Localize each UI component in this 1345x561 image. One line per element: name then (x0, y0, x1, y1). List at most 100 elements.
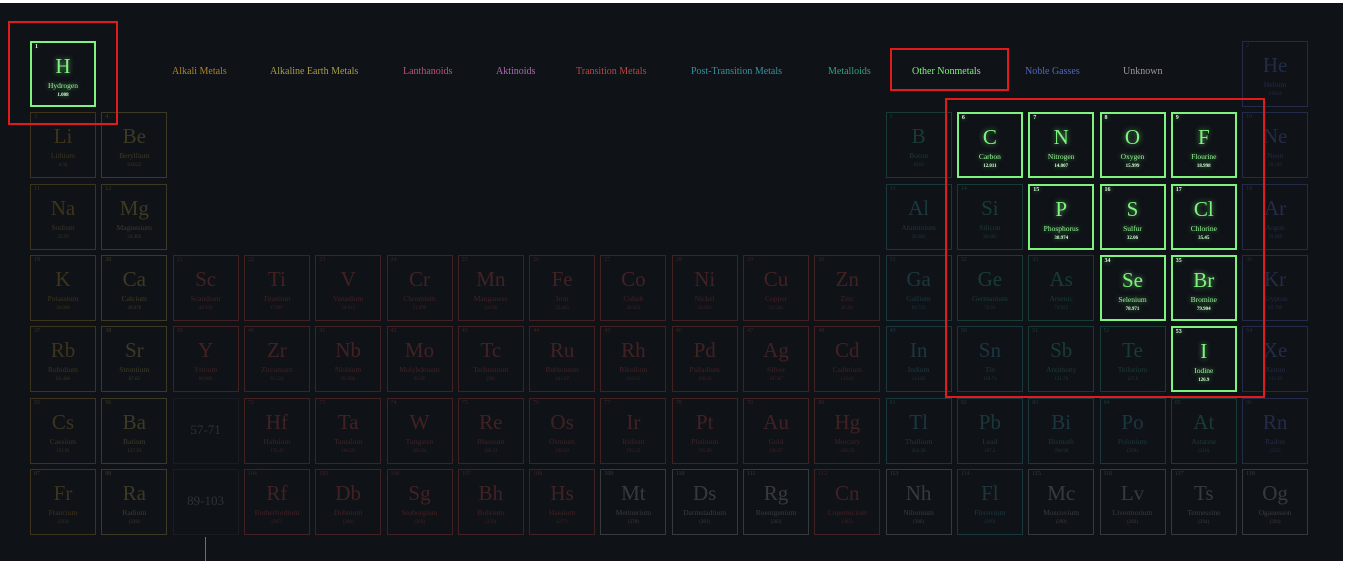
element-symbol: Nb (335, 338, 362, 363)
element-tile-in[interactable]: 49 In Indium 114.82 (885, 326, 952, 393)
element-tile-rg[interactable]: 111 Rg Roentgenium (282) (743, 468, 809, 535)
element-tile-ca[interactable]: 20 Ca Calcium 40.078 (101, 254, 168, 321)
element-tile-ba[interactable]: 56 Ba Barium 137.33 (101, 397, 168, 464)
element-name: Magnesium (116, 222, 152, 232)
element-tile-nh[interactable]: 113 Nh Nihonium (286) (885, 468, 952, 535)
element-tile-hg[interactable]: 80 Hg Mercury 200.59 (814, 397, 881, 464)
atomic-mass: 196.97 (769, 448, 783, 454)
element-tile-po[interactable]: 84 Po Polonium (209) (1099, 397, 1166, 464)
element-tile-mc[interactable]: 115 Mc Moscovium (290) (1028, 468, 1095, 535)
element-tile-pd[interactable]: 46 Pd Palladium 106.42 (671, 326, 738, 393)
element-tile-cs[interactable]: 55 Cs Caesium 132.91 (30, 397, 96, 464)
element-tile-sr[interactable]: 38 Sr Strontium 87.62 (101, 326, 168, 393)
element-tile-mo[interactable]: 42 Mo Molybdenum 95.95 (386, 326, 453, 393)
element-tile-mg[interactable]: 12 Mg Magnesium 24.305 (101, 183, 168, 250)
element-tile-mn[interactable]: 25 Mn Manganese 54.938 (457, 254, 524, 321)
element-tile-tl[interactable]: 81 Tl Thallium 204.38 (885, 397, 952, 464)
element-symbol: Fr (53, 480, 73, 505)
element-tile-ga[interactable]: 31 Ga Gallium 69.723 (885, 254, 952, 321)
element-tile-zr[interactable]: 40 Zr Zirconium 91.224 (243, 326, 310, 393)
element-tile-sc[interactable]: 21 Sc Scandium 44.956 (172, 254, 239, 321)
element-tile-fl[interactable]: 114 Fl Flerovium (289) (956, 468, 1023, 535)
atomic-mass: (290) (1055, 519, 1067, 525)
element-tile-au[interactable]: 79 Au Gold 196.97 (743, 397, 809, 464)
element-tile-w[interactable]: 74 W Tungsten 183.84 (386, 397, 453, 464)
element-tile-ag[interactable]: 47 Ag Silver 107.87 (743, 326, 809, 393)
element-tile-na[interactable]: 11 Na Sodium 22.99 (30, 183, 96, 250)
element-tile-pt[interactable]: 78 Pt Platinum 195.08 (671, 397, 738, 464)
element-name: Lead (982, 436, 998, 446)
element-tile-co[interactable]: 27 Co Cobalt 58.933 (600, 254, 667, 321)
atomic-number: 24 (390, 256, 397, 263)
element-tile-ta[interactable]: 73 Ta Tantalum 180.95 (315, 397, 382, 464)
element-tile-k[interactable]: 19 K Potassium 39.098 (30, 254, 96, 321)
element-tile-hf[interactable]: 72 Hf Hafnium 178.49 (243, 397, 310, 464)
element-tile-re[interactable]: 75 Re Rhenium 186.21 (457, 397, 524, 464)
element-tile-rn[interactable]: 86 Rn Radon (222) (1242, 397, 1309, 464)
atomic-number: 39 (176, 328, 183, 335)
element-tile-ir[interactable]: 77 Ir Iridium 192.22 (600, 397, 667, 464)
element-tile-ts[interactable]: 117 Ts Tennessine (294) (1170, 468, 1237, 535)
legend-item-metalloid[interactable]: Metalloids (828, 66, 871, 77)
legend-item-alkaline[interactable]: Alkaline Earth Metals (270, 66, 358, 77)
element-tile-ra[interactable]: 88 Ra Radium (226) (101, 468, 168, 535)
legend-item-transition[interactable]: Transition Metals (576, 66, 646, 77)
legend-item-unknown[interactable]: Unknown (1123, 66, 1162, 77)
atomic-number: 113 (889, 470, 899, 477)
element-tile-ru[interactable]: 44 Ru Ruthenium 101.07 (529, 326, 596, 393)
element-tile-sg[interactable]: 106 Sg Seaborgium (269) (386, 468, 453, 535)
element-tile-rf[interactable]: 104 Rf Rutherfordium (267) (243, 468, 310, 535)
element-tile-tc[interactable]: 43 Tc Technetium (98) (457, 326, 524, 393)
atomic-mass: 51.996 (412, 305, 427, 311)
element-tile-os[interactable]: 76 Os Osmium 190.23 (529, 397, 596, 464)
element-symbol: Pb (978, 409, 1001, 434)
atomic-number: 40 (247, 328, 254, 335)
atomic-mass: 195.08 (697, 448, 712, 454)
element-tile-ni[interactable]: 28 Ni Nickel 58.693 (671, 254, 738, 321)
element-tile-nb[interactable]: 41 Nb Niobium 92.906 (315, 326, 382, 393)
element-tile-ds[interactable]: 110 Ds Darmstadtium (281) (671, 468, 738, 535)
element-name: Zirconium (261, 365, 293, 375)
element-tile-v[interactable]: 23 V Vanadium 50.942 (315, 254, 382, 321)
element-tile-mt[interactable]: 109 Mt Meitnerium (278) (600, 468, 667, 535)
element-tile-db[interactable]: 105 Db Dubnium (268) (315, 468, 382, 535)
element-tile-hs[interactable]: 108 Hs Hassium (277) (529, 468, 596, 535)
element-tile-y[interactable]: 39 Y Yttrium 88.906 (172, 326, 239, 393)
element-tile-og[interactable]: 118 Og Oganesson (294) (1242, 468, 1309, 535)
legend-item-alkali[interactable]: Alkali Metals (172, 66, 227, 77)
element-tile-fe[interactable]: 26 Fe Iron 55.845 (529, 254, 596, 321)
atomic-number: 46 (675, 328, 682, 335)
element-symbol: Fe (551, 266, 573, 291)
atomic-number: 74 (390, 399, 397, 406)
element-tile-ti[interactable]: 22 Ti Titanium 47.867 (243, 254, 310, 321)
element-tile-cr[interactable]: 24 Cr Chromium 51.996 (386, 254, 453, 321)
element-tile-pb[interactable]: 82 Pb Lead 207.2 (956, 397, 1023, 464)
element-tile-bh[interactable]: 107 Bh Bohrium (270) (457, 468, 524, 535)
element-tile-cu[interactable]: 29 Cu Copper 63.546 (743, 254, 809, 321)
legend-item-lanthanoid[interactable]: Lanthanoids (403, 66, 452, 77)
atomic-number: 2 (1246, 43, 1250, 49)
legend-item-noble[interactable]: Noble Gasses (1025, 66, 1080, 77)
element-tile-rb[interactable]: 37 Rb Rubidium 85.468 (30, 326, 96, 393)
element-tile-al[interactable]: 13 Al Aluminium 26.982 (885, 183, 952, 250)
element-tile-cn[interactable]: 112 Cn Copernicium (285) (814, 468, 881, 535)
element-tile-rh[interactable]: 45 Rh Rhodium 102.91 (600, 326, 667, 393)
legend-item-post[interactable]: Post-Transition Metals (691, 66, 782, 77)
element-tile-bi[interactable]: 83 Bi Bismuth 208.98 (1028, 397, 1095, 464)
element-tile-cd[interactable]: 48 Cd Cadmium 112.41 (814, 326, 881, 393)
element-tile-zn[interactable]: 30 Zn Zinc 65.38 (814, 254, 881, 321)
element-tile-fr[interactable]: 87 Fr Francium (223) (30, 468, 96, 535)
element-tile-lv[interactable]: 116 Lv Livermorium (293) (1099, 468, 1166, 535)
series-placeholder-tile[interactable]: 89-103 (172, 468, 239, 535)
element-name: Aluminium (901, 222, 936, 232)
element-symbol: Og (1262, 480, 1288, 505)
element-name: Niobium (334, 365, 362, 375)
atomic-mass: 87.62 (128, 377, 140, 383)
element-tile-b[interactable]: 5 B Boron 10.81 (885, 112, 952, 179)
series-placeholder-tile[interactable]: 57-71 (172, 397, 239, 464)
element-tile-at[interactable]: 85 At Astatine (210) (1170, 397, 1237, 464)
atomic-number: 41 (319, 328, 326, 335)
legend-item-actinoid[interactable]: Aktinoids (496, 66, 535, 77)
atomic-number: 111 (747, 470, 756, 477)
element-name: Zinc (840, 293, 855, 303)
